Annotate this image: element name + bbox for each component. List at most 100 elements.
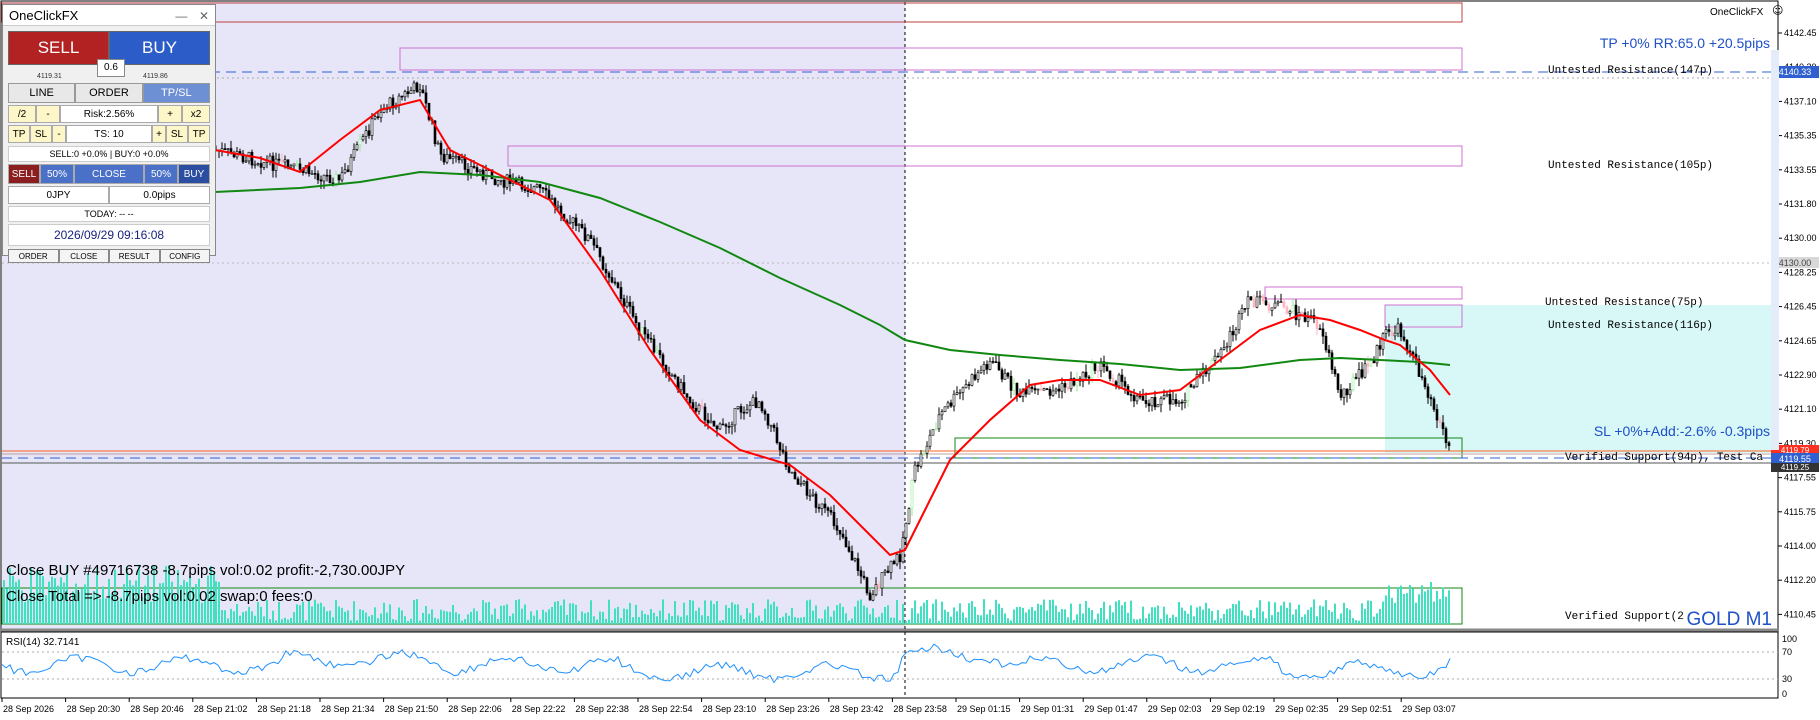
volume-bar	[1211, 611, 1213, 624]
panel-titlebar[interactable]: OneClickFX — ✕	[3, 5, 215, 26]
ts-minus-button[interactable]: -	[52, 125, 66, 143]
lot-size-input[interactable]: 0.6	[97, 59, 125, 77]
volume-bar	[923, 602, 925, 624]
risk-minus-button[interactable]: -	[36, 105, 60, 123]
volume-bar	[419, 620, 421, 624]
tp-button-right[interactable]: TP	[188, 125, 210, 143]
volume-bar	[335, 599, 337, 624]
volume-bar	[539, 619, 541, 624]
candle-body	[1360, 369, 1364, 378]
volume-bar	[563, 599, 565, 624]
close-icon[interactable]: ✕	[199, 9, 209, 23]
time-tick-label: 29 Sep 01:15	[957, 704, 1011, 714]
volume-bar	[1286, 607, 1288, 624]
close-all-button[interactable]: CLOSE	[74, 164, 144, 184]
close-half-buy-button[interactable]: 50%	[144, 164, 178, 184]
volume-bar	[806, 600, 808, 624]
candle-body	[1192, 386, 1196, 388]
double-risk-button[interactable]: x2	[182, 105, 210, 123]
volume-bar	[1337, 618, 1339, 624]
volume-bar	[764, 608, 766, 624]
volume-bar	[383, 602, 385, 624]
candle-body	[1411, 351, 1415, 355]
nav-config-button[interactable]: CONFIG	[159, 249, 210, 263]
candle-body	[922, 452, 926, 455]
ts-plus-button[interactable]: +	[152, 125, 166, 143]
volume-bar	[716, 601, 718, 624]
minimize-icon[interactable]: —	[175, 9, 187, 23]
volume-bar	[1235, 604, 1237, 624]
trailing-stop-input[interactable]: TS: 10	[66, 125, 152, 143]
volume-bar	[1427, 589, 1429, 624]
sl-button-right[interactable]: SL	[166, 125, 188, 143]
candle-body	[1333, 369, 1337, 375]
candle-body	[739, 406, 743, 413]
volume-bar	[950, 616, 952, 624]
volume-bar	[1355, 620, 1357, 624]
candle-body	[1060, 383, 1064, 392]
candle-body	[340, 172, 344, 181]
tab-line[interactable]: LINE	[8, 83, 76, 103]
volume-bar	[893, 617, 895, 624]
volume-bar	[1217, 610, 1219, 624]
volume-bar	[1313, 599, 1315, 624]
volume-bar	[227, 618, 229, 624]
close-buy-button[interactable]: BUY	[178, 164, 210, 184]
candle-body	[469, 166, 473, 174]
volume-bar	[590, 600, 592, 624]
candle-body	[595, 244, 599, 248]
volume-bar	[1109, 605, 1111, 624]
candle-body	[661, 354, 665, 366]
tab-tpsl[interactable]: TP/SL	[142, 83, 210, 103]
volume-bar	[1043, 599, 1045, 624]
halve-risk-button[interactable]: /2	[8, 105, 36, 123]
candle-body	[226, 148, 230, 150]
candle-body	[415, 82, 419, 93]
volume-bar	[1352, 618, 1354, 624]
candle-body	[538, 184, 542, 189]
close-sell-button[interactable]: SELL	[8, 164, 40, 184]
candle-body	[724, 424, 728, 427]
nav-result-button[interactable]: RESULT	[109, 249, 160, 263]
candle-body	[367, 130, 371, 136]
volume-bar	[1409, 585, 1411, 624]
price-tick-label: 4122.90	[1784, 370, 1817, 380]
volume-bar	[1298, 604, 1300, 624]
candle-body	[802, 481, 806, 484]
candle-body	[787, 466, 791, 473]
candle-body	[1270, 307, 1274, 311]
candle-body	[706, 419, 710, 424]
price-chart[interactable]: OneClickFX ☺ TP +0% RR:65.0 +20.5pips SL…	[0, 0, 1820, 720]
nav-order-button[interactable]: ORDER	[8, 249, 59, 263]
tab-order[interactable]: ORDER	[75, 83, 143, 103]
volume-bar	[368, 616, 370, 624]
candle-body	[472, 166, 476, 168]
buy-price: 4119.86	[143, 73, 168, 80]
candle-body	[1264, 300, 1268, 305]
candle-body	[1033, 388, 1037, 391]
tp-button[interactable]: TP	[8, 125, 30, 143]
sell-button[interactable]: SELL	[8, 31, 109, 65]
candle-body	[1255, 296, 1259, 308]
candle-body	[256, 163, 260, 165]
candle-body	[457, 155, 461, 161]
close-half-sell-button[interactable]: 50%	[40, 164, 74, 184]
candle-body	[268, 155, 272, 162]
nav-close-button[interactable]: CLOSE	[58, 249, 109, 263]
volume-bar	[641, 610, 643, 624]
risk-display: Risk:2.56%	[60, 105, 158, 123]
volume-bar	[593, 616, 595, 624]
volume-bar	[488, 601, 490, 624]
candle-body	[781, 449, 785, 453]
volume-bar	[566, 614, 568, 624]
candle-body	[1042, 388, 1046, 391]
risk-plus-button[interactable]: +	[158, 105, 182, 123]
volume-bar	[863, 605, 865, 624]
volume-bar	[1277, 611, 1279, 624]
volume-bar	[1319, 605, 1321, 624]
volume-bar	[1229, 608, 1231, 624]
sl-button[interactable]: SL	[30, 125, 52, 143]
volume-bar	[1016, 607, 1018, 624]
volume-bar	[791, 607, 793, 624]
candle-body	[1177, 401, 1181, 404]
